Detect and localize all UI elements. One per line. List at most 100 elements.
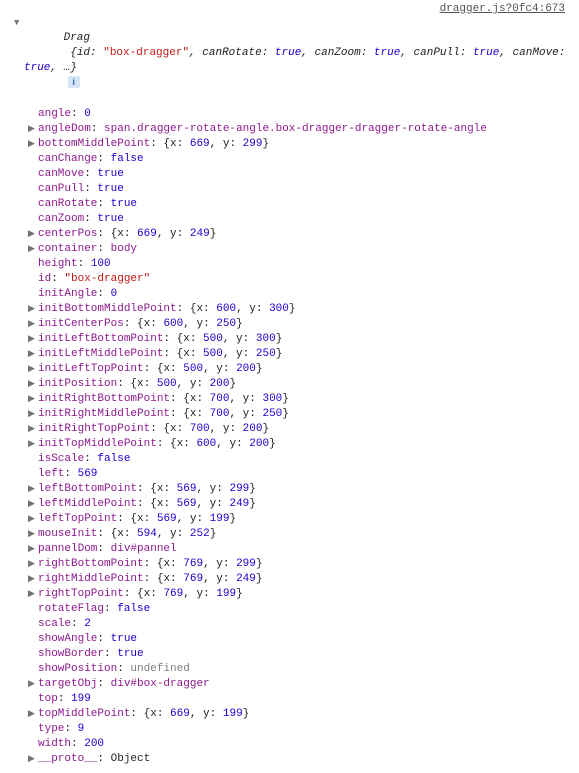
property-content: showBorder: true [38,647,575,662]
x-value: 669 [190,138,210,150]
property-name: leftTopPoint [38,513,117,525]
caret-down-icon[interactable]: ▼ [14,16,24,31]
property-row: ▶canMove: true [4,167,575,182]
source-link-row: dragger.js?0fc4:673 [4,2,575,16]
property-row[interactable]: ▶initPosition: {x: 500, y: 200} [4,377,575,392]
y-value: 299 [229,483,249,495]
property-content: angle: 0 [38,107,575,122]
property-row[interactable]: ▶leftBottomPoint: {x: 569, y: 299} [4,482,575,497]
property-row[interactable]: ▶rightTopPoint: {x: 769, y: 199} [4,587,575,602]
object-header-row[interactable]: ▼ Drag {id: "box-dragger", canRotate: tr… [4,16,575,107]
property-name: height [38,258,78,270]
caret-right-icon[interactable]: ▶ [28,572,38,587]
property-row: ▶height: 100 [4,257,575,272]
property-row[interactable]: ▶targetObj: div#box-dragger [4,677,575,692]
y-value: 250 [256,348,276,360]
property-row[interactable]: ▶__proto__: Object [4,752,575,767]
property-value: undefined [130,663,189,675]
property-row[interactable]: ▶initTopMiddlePoint: {x: 600, y: 200} [4,437,575,452]
property-row[interactable]: ▶initBottomMiddlePoint: {x: 600, y: 300} [4,302,575,317]
property-content: canZoom: true [38,212,575,227]
y-value: 200 [236,363,256,375]
property-row[interactable]: ▶initLeftMiddlePoint: {x: 500, y: 250} [4,347,575,362]
caret-right-icon[interactable]: ▶ [28,362,38,377]
caret-right-icon[interactable]: ▶ [28,332,38,347]
property-content: targetObj: div#box-dragger [38,677,575,692]
x-value: 569 [177,483,197,495]
caret-right-icon[interactable]: ▶ [28,752,38,767]
caret-right-icon[interactable]: ▶ [28,227,38,242]
property-row[interactable]: ▶rightMiddlePoint: {x: 769, y: 249} [4,572,575,587]
property-content: rightMiddlePoint: {x: 769, y: 249} [38,572,575,587]
caret-right-icon[interactable]: ▶ [28,677,38,692]
property-name: leftMiddlePoint [38,498,137,510]
y-value: 252 [190,528,210,540]
property-content: rotateFlag: false [38,602,575,617]
property-row[interactable]: ▶initRightMiddlePoint: {x: 700, y: 250} [4,407,575,422]
property-name: initLeftTopPoint [38,363,144,375]
property-content: canRotate: true [38,197,575,212]
property-row[interactable]: ▶leftMiddlePoint: {x: 569, y: 249} [4,497,575,512]
property-content: initLeftBottomPoint: {x: 500, y: 300} [38,332,575,347]
y-value: 199 [210,513,230,525]
property-name: leftBottomPoint [38,483,137,495]
caret-right-icon[interactable]: ▶ [28,137,38,152]
property-row[interactable]: ▶pannelDom: div#pannel [4,542,575,557]
property-row[interactable]: ▶topMiddlePoint: {x: 669, y: 199} [4,707,575,722]
caret-spacer: ▶ [28,722,38,737]
property-row[interactable]: ▶mouseInit: {x: 594, y: 252} [4,527,575,542]
caret-right-icon[interactable]: ▶ [28,122,38,137]
caret-spacer: ▶ [28,617,38,632]
property-row[interactable]: ▶initRightBottomPoint: {x: 700, y: 300} [4,392,575,407]
property-row[interactable]: ▶initRightTopPoint: {x: 700, y: 200} [4,422,575,437]
property-row[interactable]: ▶initCenterPos: {x: 600, y: 250} [4,317,575,332]
property-name: angleDom [38,123,91,135]
caret-right-icon[interactable]: ▶ [28,587,38,602]
property-row[interactable]: ▶rightBottomPoint: {x: 769, y: 299} [4,557,575,572]
property-row[interactable]: ▶container: body [4,242,575,257]
caret-right-icon[interactable]: ▶ [28,302,38,317]
property-content: canChange: false [38,152,575,167]
caret-right-icon[interactable]: ▶ [28,497,38,512]
property-value: 569 [78,468,98,480]
property-content: container: body [38,242,575,257]
property-name: centerPos [38,228,97,240]
caret-right-icon[interactable]: ▶ [28,557,38,572]
caret-right-icon[interactable]: ▶ [28,512,38,527]
property-row[interactable]: ▶initLeftTopPoint: {x: 500, y: 200} [4,362,575,377]
caret-right-icon[interactable]: ▶ [28,437,38,452]
property-content: rightBottomPoint: {x: 769, y: 299} [38,557,575,572]
property-name: mouseInit [38,528,97,540]
caret-right-icon[interactable]: ▶ [28,407,38,422]
property-row[interactable]: ▶leftTopPoint: {x: 569, y: 199} [4,512,575,527]
property-name: rightMiddlePoint [38,573,144,585]
property-row[interactable]: ▶initLeftBottomPoint: {x: 500, y: 300} [4,332,575,347]
caret-right-icon[interactable]: ▶ [28,527,38,542]
source-link[interactable]: dragger.js?0fc4:673 [440,3,565,15]
caret-right-icon[interactable]: ▶ [28,482,38,497]
caret-right-icon[interactable]: ▶ [28,347,38,362]
property-row[interactable]: ▶angleDom: span.dragger-rotate-angle.box… [4,122,575,137]
caret-spacer: ▶ [28,452,38,467]
caret-spacer: ▶ [28,287,38,302]
property-name: id [38,273,51,285]
caret-right-icon[interactable]: ▶ [28,392,38,407]
property-row: ▶scale: 2 [4,617,575,632]
property-name: initRightBottomPoint [38,393,170,405]
caret-right-icon[interactable]: ▶ [28,377,38,392]
caret-spacer: ▶ [28,167,38,182]
caret-right-icon[interactable]: ▶ [28,422,38,437]
property-name: canChange [38,153,97,165]
caret-right-icon[interactable]: ▶ [28,707,38,722]
property-content: type: 9 [38,722,575,737]
property-name: canRotate [38,198,97,210]
property-content: showPosition: undefined [38,662,575,677]
property-row[interactable]: ▶bottomMiddlePoint: {x: 669, y: 299} [4,137,575,152]
property-content: centerPos: {x: 669, y: 249} [38,227,575,242]
property-row[interactable]: ▶centerPos: {x: 669, y: 249} [4,227,575,242]
property-name: topMiddlePoint [38,708,130,720]
caret-right-icon[interactable]: ▶ [28,317,38,332]
info-icon[interactable]: i [68,76,80,88]
caret-right-icon[interactable]: ▶ [28,542,38,557]
caret-right-icon[interactable]: ▶ [28,242,38,257]
